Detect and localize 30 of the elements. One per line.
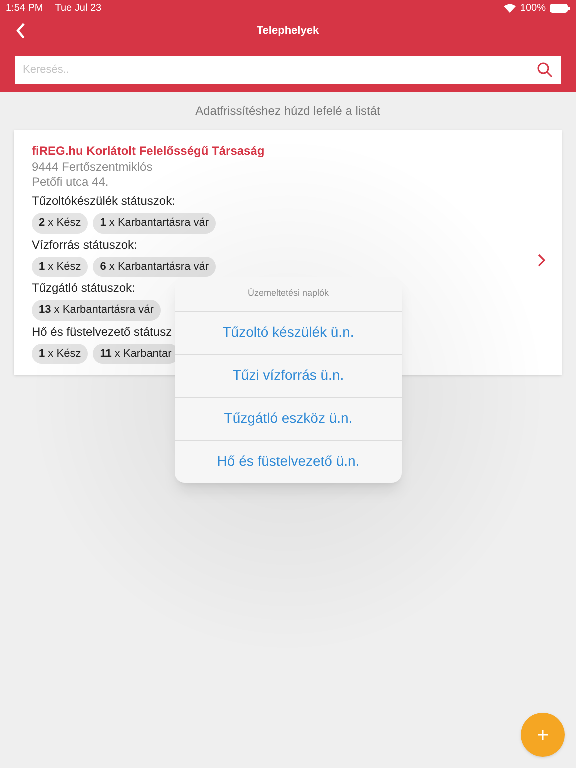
popover-item[interactable]: Tűzoltó készülék ü.n. <box>175 310 402 354</box>
address-line: Petőfi utca 44. <box>32 175 110 190</box>
header-title: Telephelyek <box>256 24 320 39</box>
popover-item[interactable]: Tűzi vízforrás ü.n. <box>175 354 402 396</box>
status-label: Tűzoltókészülék státuszok: <box>32 193 176 210</box>
search-icon[interactable] <box>537 62 553 78</box>
status-label: Tűzgátló státuszok: <box>32 280 136 297</box>
pull-hint: Adatfrissítéshez húzd lefelé a listát <box>194 103 382 120</box>
wifi-icon <box>504 4 516 12</box>
popover-title: Üzemeltetési naplók <box>246 287 330 300</box>
status-label: Vízforrás státuszok: <box>32 236 138 254</box>
site-name: fiREG.hu Korlátolt Felelősségű Társaság <box>32 143 266 160</box>
status-chip: 1 x Karbantartásra vár <box>93 213 216 234</box>
status-chip: 2 x Kész <box>32 213 88 234</box>
chevron-right-icon[interactable] <box>538 254 546 267</box>
search-field[interactable]: Keresés.. <box>15 56 561 84</box>
status-date: Tue Jul 23 <box>55 2 102 16</box>
popover-item[interactable]: Hő és füstelvezető ü.n. <box>175 440 402 482</box>
address-line: 9444 Fertőszentmiklós <box>32 160 154 175</box>
status-chip: 6 x Karbantartásra vár <box>93 256 216 277</box>
status-label: Hő és füstelvezető státusz <box>32 324 172 340</box>
popover-item[interactable]: Tűzgátló eszköz ü.n. <box>175 396 402 440</box>
status-chip: 1 x Kész <box>32 256 88 277</box>
plus-icon <box>537 729 549 741</box>
status-chip: 13 x Karbantartásra vár <box>32 300 161 320</box>
back-icon[interactable] <box>16 23 26 39</box>
status-chip: 1 x Kész <box>32 344 88 364</box>
status-time: 1:54 PM <box>6 2 44 16</box>
battery-icon <box>550 4 570 12</box>
battery-percent: 100% <box>520 2 546 16</box>
